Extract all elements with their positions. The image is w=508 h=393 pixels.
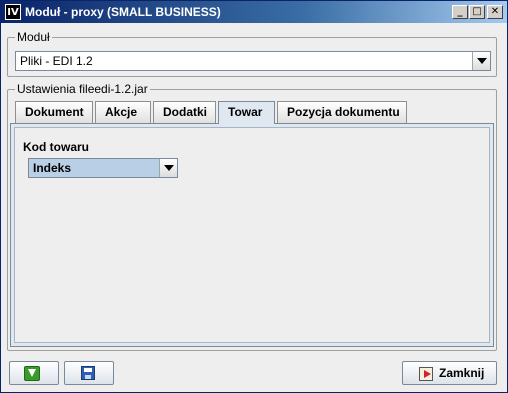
kod-towaru-dropdown-button[interactable]	[159, 159, 177, 177]
dialog-content: Moduł Pliki - EDI 1.2 Ustawienia fileedi…	[7, 29, 501, 387]
save-button[interactable]	[64, 361, 114, 385]
settings-group-label: Ustawienia fileedi-1.2.jar	[15, 82, 150, 96]
tab-akcje[interactable]: Akcje	[95, 101, 151, 123]
close-window-button[interactable]: ✕	[487, 5, 503, 19]
close-button-label: Zamknij	[439, 366, 485, 380]
modul-select[interactable]: Pliki - EDI 1.2	[15, 51, 491, 71]
app-icon: IV	[5, 4, 21, 20]
kod-towaru-label: Kod towaru	[23, 140, 89, 154]
download-button[interactable]	[9, 361, 59, 385]
chevron-down-icon	[164, 165, 174, 171]
tab-dokument[interactable]: Dokument	[15, 101, 93, 123]
chevron-down-icon	[477, 58, 487, 64]
modul-group-label: Moduł	[15, 30, 52, 44]
download-icon	[24, 366, 40, 381]
modul-select-dropdown-button[interactable]	[472, 52, 490, 70]
kod-towaru-select[interactable]: Indeks	[28, 158, 178, 178]
title-bar[interactable]: IV Moduł - proxy (SMALL BUSINESS) _ □ ✕	[1, 1, 507, 23]
kod-towaru-select-value: Indeks	[33, 161, 72, 175]
tab-pozycja-dokumentu[interactable]: Pozycja dokumentu	[277, 101, 407, 123]
maximize-button[interactable]: □	[469, 5, 485, 19]
exit-icon	[419, 367, 433, 381]
tab-towar[interactable]: Towar	[218, 101, 275, 124]
save-icon	[81, 366, 95, 380]
window-title: Moduł - proxy (SMALL BUSINESS)	[25, 5, 221, 19]
modul-select-value: Pliki - EDI 1.2	[20, 54, 93, 68]
towar-tab-panel: Kod towaru Indeks	[10, 123, 494, 347]
towar-tab-content: Kod towaru Indeks	[14, 127, 490, 343]
minimize-button[interactable]: _	[452, 5, 468, 19]
module-window: IV Moduł - proxy (SMALL BUSINESS) _ □ ✕ …	[0, 0, 508, 393]
close-button[interactable]: Zamknij	[402, 361, 497, 385]
tab-dodatki[interactable]: Dodatki	[153, 101, 216, 123]
